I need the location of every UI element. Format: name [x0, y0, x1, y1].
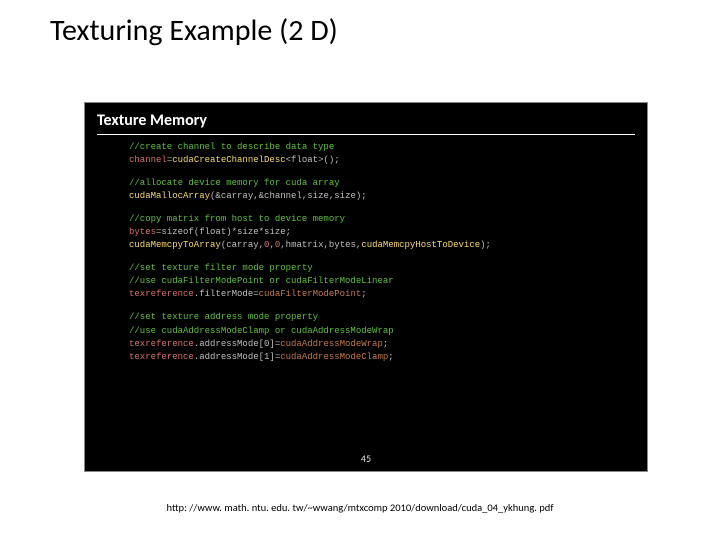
- code-line: texreference.filterMode=cudaFilterModePo…: [129, 288, 635, 301]
- comment-line: //use cudaAddressModeClamp or cudaAddres…: [129, 325, 635, 338]
- token: cudaMallocArray: [129, 191, 210, 201]
- token: size: [334, 191, 356, 201]
- token: ;: [383, 339, 388, 349]
- token: texreference: [129, 352, 194, 362]
- comment-line: //create channel to describe data type: [129, 141, 635, 154]
- token: cudaMemcpyHostToDevice: [361, 240, 480, 250]
- token: cudaCreateChannelDesc: [172, 155, 285, 165]
- token: cudaFilterModePoint: [259, 289, 362, 299]
- token: size: [307, 191, 329, 201]
- token: ;: [361, 289, 366, 299]
- token: .filterMode=: [194, 289, 259, 299]
- code-line: cudaMemcpyToArray(carray,0,0,hmatrix,byt…: [129, 239, 635, 252]
- token: .addressMode[0]=: [194, 339, 280, 349]
- code-line: bytes=sizeof(float)*size*size;: [129, 226, 635, 239]
- slide-title: Texturing Example (2 D): [0, 0, 720, 49]
- token: float: [291, 155, 318, 165]
- page-number: 45: [361, 452, 371, 465]
- token: cudaAddressModeClamp: [280, 352, 388, 362]
- token: >();: [318, 155, 340, 165]
- token: channel: [129, 155, 167, 165]
- token: ;: [388, 352, 393, 362]
- code-block: //set texture filter mode property//use …: [129, 262, 635, 301]
- token: cudaAddressModeWrap: [280, 339, 383, 349]
- footer-url: http: //www. math. ntu. edu. tw/~wwang/m…: [166, 501, 553, 514]
- token: (float)*size*size;: [194, 227, 291, 237]
- token: &carray: [215, 191, 253, 201]
- comment-line: //set texture filter mode property: [129, 262, 635, 275]
- token: bytes: [129, 227, 156, 237]
- token: carray: [226, 240, 258, 250]
- code-box: Texture Memory //create channel to descr…: [84, 102, 648, 472]
- token: sizeof: [161, 227, 193, 237]
- comment-line: //use cudaFilterModePoint or cudaFilterM…: [129, 275, 635, 288]
- token: hmatrix: [286, 240, 324, 250]
- code-area: //create channel to describe data typech…: [97, 141, 635, 364]
- token: .addressMode[1]=: [194, 352, 280, 362]
- token: );: [356, 191, 367, 201]
- token: );: [480, 240, 491, 250]
- code-block: //set texture address mode property//use…: [129, 311, 635, 363]
- comment-line: //set texture address mode property: [129, 311, 635, 324]
- code-block: //create channel to describe data typech…: [129, 141, 635, 167]
- code-line: texreference.addressMode[1]=cudaAddressM…: [129, 351, 635, 364]
- code-line: texreference.addressMode[0]=cudaAddressM…: [129, 338, 635, 351]
- box-heading: Texture Memory: [97, 111, 635, 130]
- code-block: //allocate device memory for cuda arrayc…: [129, 177, 635, 203]
- divider: [97, 134, 635, 135]
- code-block: //copy matrix from host to device memory…: [129, 213, 635, 252]
- code-line: cudaMallocArray(&carray,&channel,size,si…: [129, 190, 635, 203]
- token: &channel: [259, 191, 302, 201]
- code-line: channel=cudaCreateChannelDesc<float>();: [129, 154, 635, 167]
- comment-line: //allocate device memory for cuda array: [129, 177, 635, 190]
- token: texreference: [129, 339, 194, 349]
- comment-line: //copy matrix from host to device memory: [129, 213, 635, 226]
- token: bytes: [329, 240, 356, 250]
- token: cudaMemcpyToArray: [129, 240, 221, 250]
- token: texreference: [129, 289, 194, 299]
